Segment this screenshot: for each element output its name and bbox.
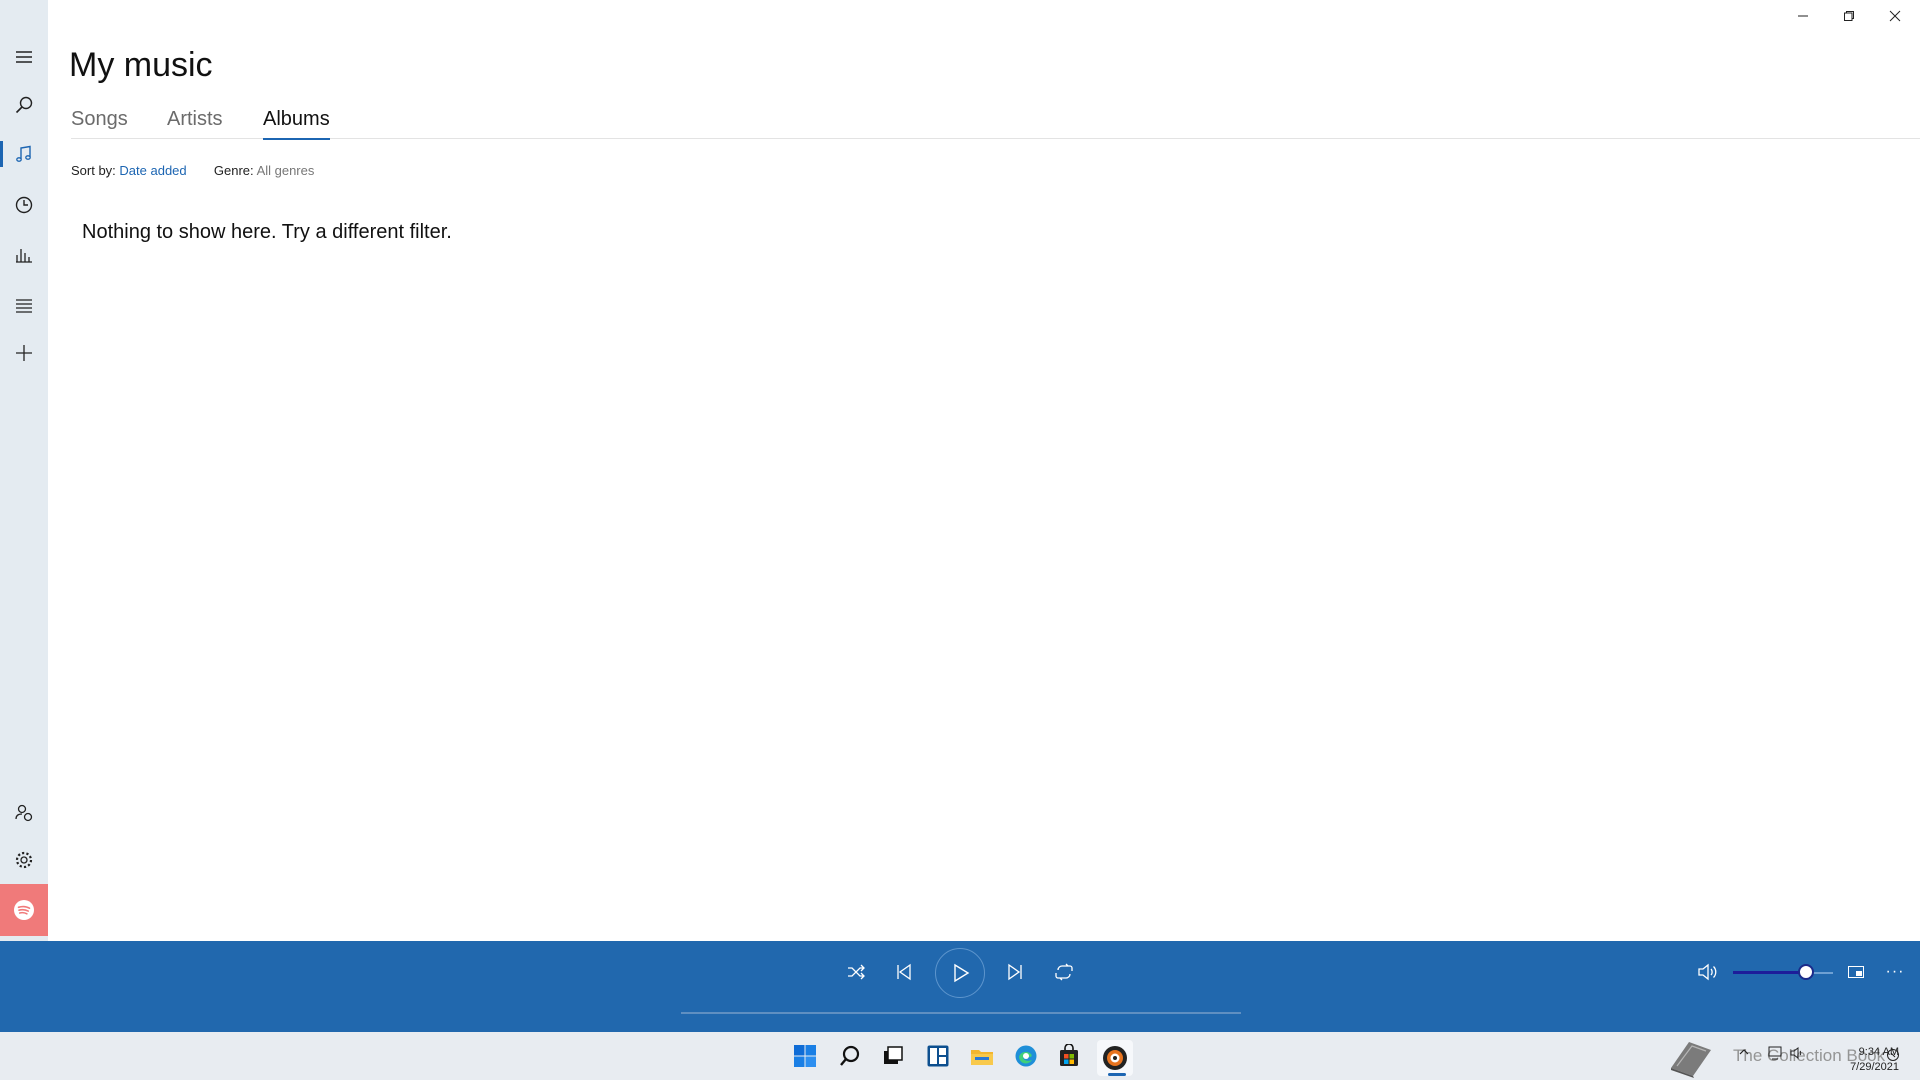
equalizer-icon: [16, 249, 32, 263]
sidebar-item-playlists[interactable]: [0, 282, 48, 328]
sidebar-item-my-music[interactable]: [0, 131, 48, 177]
store-button[interactable]: [1053, 1040, 1085, 1072]
tab-albums[interactable]: Albums: [263, 108, 330, 140]
sidebar-item-recent[interactable]: [0, 182, 48, 228]
shuffle-button[interactable]: [840, 956, 872, 988]
minimize-icon: [1798, 15, 1808, 17]
speaker-icon: [1790, 1047, 1802, 1059]
show-hidden-icons-button[interactable]: [1738, 1046, 1752, 1060]
sort-dropdown[interactable]: Date added: [119, 163, 186, 178]
start-icon: [794, 1045, 816, 1067]
search-icon: [15, 96, 33, 114]
active-app-indicator: [1108, 1073, 1126, 1076]
repeat-icon: [1055, 963, 1073, 981]
next-button[interactable]: [999, 956, 1031, 988]
account-button[interactable]: [0, 790, 48, 836]
next-icon: [1008, 963, 1022, 981]
file-explorer-icon: [971, 1050, 993, 1065]
volume-slider-thumb[interactable]: [1798, 964, 1814, 980]
gear-icon: [15, 851, 33, 869]
widgets-icon: [927, 1045, 949, 1067]
sort-label: Sort by:: [71, 163, 116, 178]
volume-slider-fill: [1733, 971, 1805, 974]
play-button[interactable]: [935, 948, 985, 998]
spotify-icon: [14, 900, 34, 920]
restore-icon: [1844, 11, 1854, 21]
network-icon: [1768, 1046, 1782, 1060]
filter-row: Sort by: Date added Genre: All genres: [71, 163, 314, 178]
minimize-button[interactable]: [1780, 0, 1826, 32]
network-button[interactable]: [1768, 1046, 1784, 1065]
tab-artists[interactable]: Artists: [167, 108, 223, 131]
store-icon: [1060, 1044, 1078, 1066]
page-title: My music: [69, 46, 213, 84]
search-button[interactable]: [0, 82, 48, 128]
tab-songs[interactable]: Songs: [71, 108, 128, 131]
close-button[interactable]: [1872, 0, 1918, 32]
new-playlist-button[interactable]: [0, 330, 48, 376]
taskbar: [0, 1032, 1920, 1080]
main-content: My music Songs Artists Albums Sort by: D…: [48, 0, 1920, 941]
volume-button[interactable]: [1691, 956, 1723, 988]
previous-button[interactable]: [888, 956, 920, 988]
genre-label: Genre:: [213, 163, 254, 178]
clock-icon: [15, 196, 33, 214]
taskbar-search-button[interactable]: [834, 1040, 866, 1072]
menu-button[interactable]: [0, 34, 48, 80]
play-icon: [954, 963, 970, 983]
more-button[interactable]: ···: [1879, 956, 1911, 988]
task-view-button[interactable]: [877, 1040, 909, 1072]
task-view-icon: [884, 1046, 903, 1064]
restore-button[interactable]: [1826, 0, 1872, 32]
volume-icon: [1698, 963, 1717, 981]
mini-view-icon: [1848, 966, 1864, 978]
shuffle-icon: [848, 964, 865, 980]
edge-button[interactable]: [1010, 1040, 1042, 1072]
notification-button[interactable]: [1886, 1048, 1900, 1067]
repeat-button[interactable]: [1048, 956, 1080, 988]
genre-dropdown[interactable]: All genres: [257, 163, 315, 178]
tray-volume-button[interactable]: [1790, 1046, 1804, 1065]
notification-icon: [1887, 1049, 1899, 1061]
tab-bar: Songs Artists Albums: [71, 106, 1920, 140]
empty-state-message: Nothing to show here. Try a different fi…: [82, 221, 452, 243]
mini-view-button[interactable]: [1840, 956, 1872, 988]
music-note-icon: [16, 145, 31, 162]
menu-icon: [16, 51, 32, 63]
nav-sidebar: [0, 0, 48, 941]
spotify-button[interactable]: [0, 884, 48, 936]
groove-music-icon: [1103, 1046, 1127, 1070]
volume-slider[interactable]: [1733, 964, 1833, 980]
playlist-icon: [16, 299, 32, 313]
close-icon: [1889, 10, 1901, 22]
start-button[interactable]: [789, 1040, 821, 1072]
widgets-button[interactable]: [922, 1040, 954, 1072]
plus-icon: [16, 345, 32, 361]
seek-bar[interactable]: [681, 1012, 1241, 1014]
groove-music-button[interactable]: [1097, 1040, 1133, 1076]
sidebar-item-now-playing[interactable]: [0, 232, 48, 278]
chevron-up-icon: [1739, 1049, 1749, 1055]
search-icon: [840, 1045, 860, 1066]
edge-icon: [1015, 1045, 1037, 1067]
previous-icon: [897, 963, 911, 981]
settings-button[interactable]: [0, 837, 48, 883]
file-explorer-button[interactable]: [966, 1040, 998, 1072]
account-icon: [15, 804, 33, 822]
book-logo-icon: [1671, 1042, 1711, 1078]
